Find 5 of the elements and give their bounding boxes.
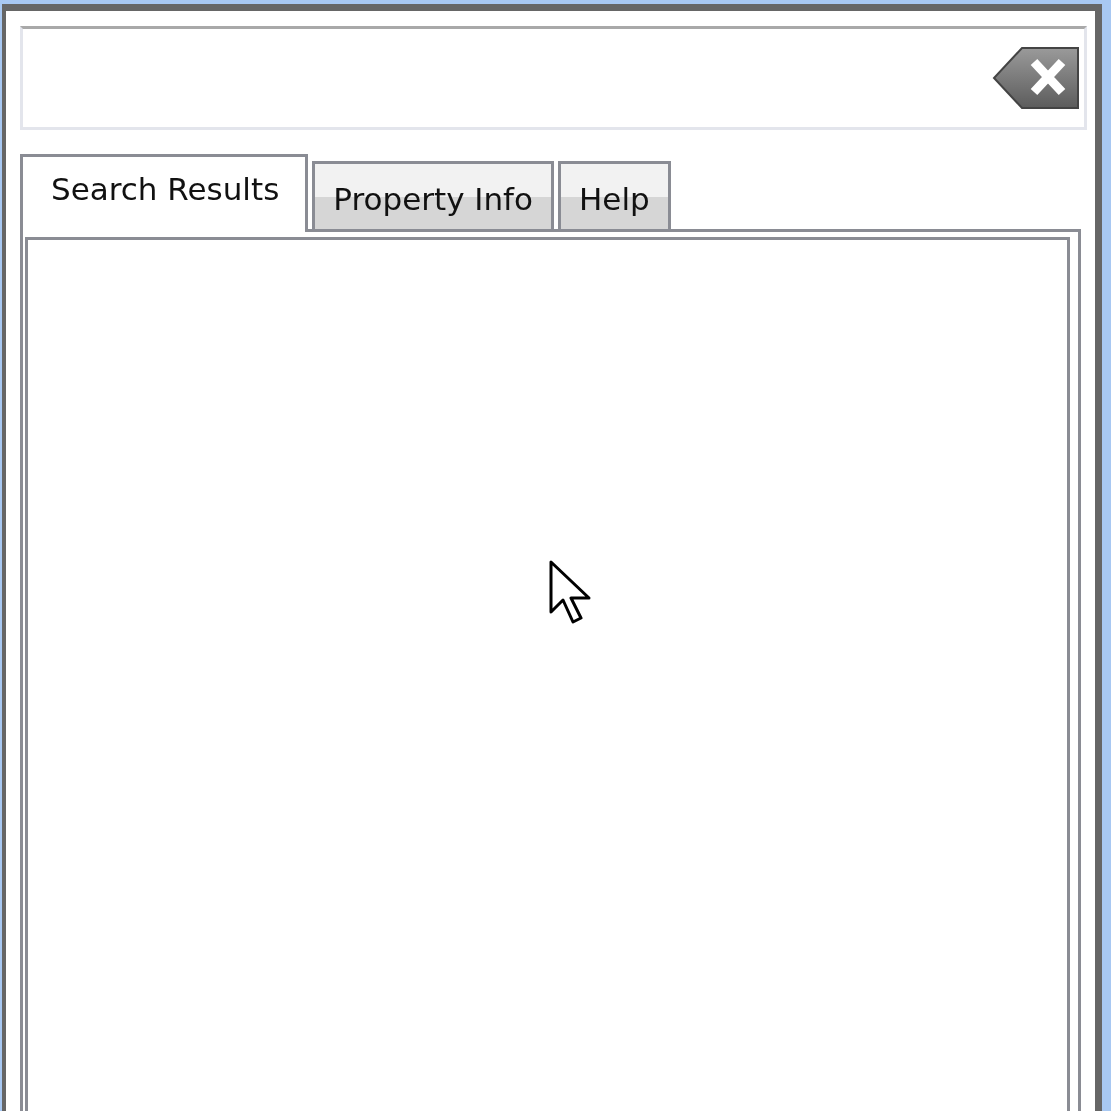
tab[interactable]: Help bbox=[558, 161, 671, 229]
tab[interactable]: Property Info bbox=[312, 161, 554, 229]
clear-icon[interactable] bbox=[992, 46, 1080, 110]
tab[interactable]: Search Results bbox=[20, 154, 309, 232]
search-field[interactable] bbox=[20, 26, 1087, 130]
